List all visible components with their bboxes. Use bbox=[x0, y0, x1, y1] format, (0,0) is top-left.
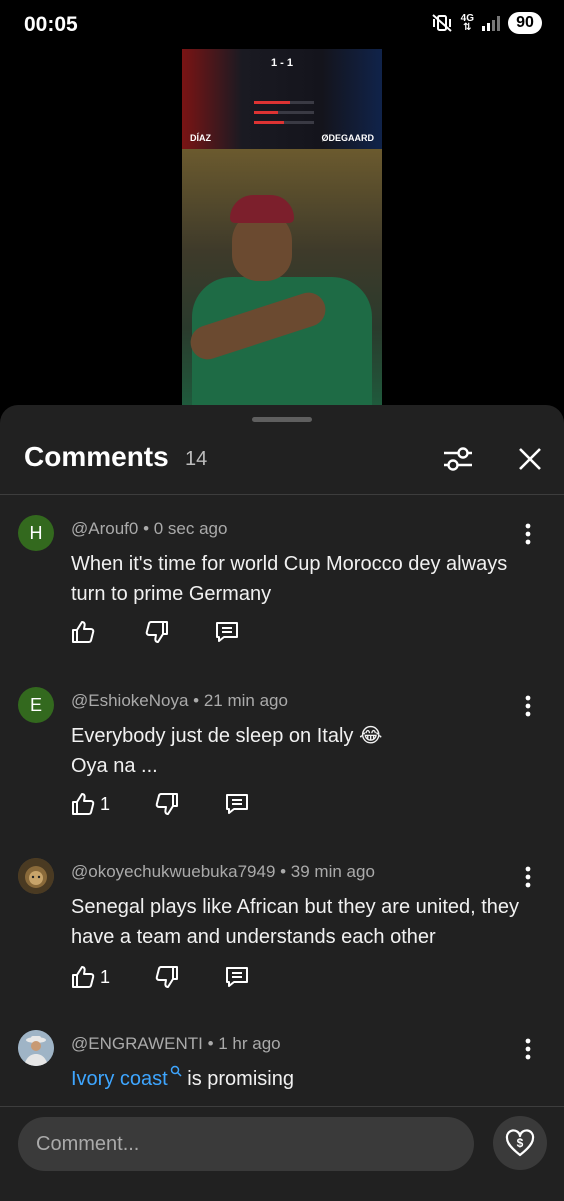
match-graphic: 1 - 1 DÍAZ ØDEGAARD bbox=[182, 49, 382, 149]
thumbs-up-icon bbox=[72, 621, 95, 643]
person-cap bbox=[230, 195, 294, 223]
network-type: 4G ⇅ bbox=[461, 14, 474, 33]
status-icons: 4G ⇅ 90 bbox=[431, 12, 542, 34]
comment-composer: Comment... $ bbox=[0, 1106, 564, 1201]
avatar-letter: H bbox=[29, 522, 43, 543]
sliders-icon bbox=[444, 447, 472, 471]
comment-line: Oya na ... bbox=[71, 755, 158, 777]
comment-input[interactable]: Comment... bbox=[18, 1117, 474, 1171]
more-options-button[interactable] bbox=[517, 862, 539, 892]
link-text: Ivory coast bbox=[71, 1068, 168, 1090]
like-button[interactable]: 1 bbox=[70, 791, 110, 817]
more-options-button[interactable] bbox=[517, 691, 539, 721]
reply-button[interactable] bbox=[224, 964, 250, 990]
emoji: 😂 bbox=[358, 725, 383, 747]
comment-text: Senegal plays like African but they are … bbox=[71, 896, 520, 948]
comments-title: Comments bbox=[24, 441, 169, 472]
comment-actions: 1 bbox=[70, 964, 294, 990]
comment-actions: 1 bbox=[70, 791, 294, 817]
data-arrows-icon: ⇅ bbox=[463, 22, 472, 33]
like-button[interactable] bbox=[70, 619, 100, 645]
stat-bar bbox=[254, 101, 314, 104]
avatar[interactable] bbox=[18, 1030, 54, 1066]
video-player[interactable]: 1 - 1 DÍAZ ØDEGAARD bbox=[182, 49, 382, 405]
thumbs-down-icon bbox=[155, 793, 179, 815]
status-time: 00:05 bbox=[24, 13, 78, 36]
comment-meta[interactable]: @ENGRAWENTI • 1 hr ago bbox=[71, 1034, 281, 1054]
thumbs-up-icon bbox=[72, 966, 95, 988]
player-right-name: ØDEGAARD bbox=[321, 133, 374, 143]
reply-icon bbox=[216, 622, 238, 642]
super-thanks-icon: $ bbox=[505, 1129, 535, 1157]
svg-text:$: $ bbox=[517, 1136, 524, 1150]
avatar[interactable]: E bbox=[18, 687, 54, 723]
comment-meta[interactable]: @Arouf0 • 0 sec ago bbox=[71, 519, 227, 539]
comment-meta[interactable]: @okoyechukwuebuka7949 • 39 min ago bbox=[71, 862, 375, 882]
more-vert-icon bbox=[525, 866, 531, 888]
reply-button[interactable] bbox=[214, 619, 240, 645]
comments-sheet: Comments 14 H @Arouf0 • 0 sec ago When i… bbox=[0, 405, 564, 1200]
comment-line: Everybody just de sleep on Italy bbox=[71, 725, 354, 747]
like-count: 1 bbox=[100, 966, 111, 987]
stat-bar bbox=[254, 121, 314, 124]
thumbs-down-icon bbox=[145, 621, 168, 643]
dislike-button[interactable] bbox=[154, 964, 180, 990]
more-vert-icon bbox=[525, 695, 531, 717]
mute-vibrate-icon bbox=[431, 13, 453, 33]
comments-count: 14 bbox=[185, 448, 208, 470]
comment-meta[interactable]: @EshiokeNoya • 21 min ago bbox=[71, 691, 288, 711]
comment-actions bbox=[70, 619, 284, 645]
status-bar: 00:05 4G ⇅ 90 bbox=[0, 0, 564, 52]
reply-icon bbox=[226, 794, 249, 814]
like-count: 1 bbox=[100, 793, 111, 814]
close-icon bbox=[519, 448, 541, 470]
sort-filter-button[interactable] bbox=[440, 441, 476, 477]
header-divider bbox=[0, 494, 564, 495]
signal-icon bbox=[482, 15, 500, 31]
player-left-name: DÍAZ bbox=[190, 133, 211, 143]
comment-text: Ivory coast is promising bbox=[71, 1064, 541, 1094]
lion-avatar-icon bbox=[18, 858, 54, 894]
avatar-letter: E bbox=[29, 694, 42, 715]
thumbs-down-icon bbox=[155, 966, 179, 988]
comment-text: When it's time for world Cup Morocco dey… bbox=[71, 553, 508, 605]
super-thanks-button[interactable]: $ bbox=[493, 1116, 547, 1170]
more-options-button[interactable] bbox=[517, 1034, 539, 1064]
comment-text: Everybody just de sleep on Italy 😂 Oya n… bbox=[71, 721, 541, 781]
thumbs-up-icon bbox=[72, 793, 95, 815]
more-vert-icon bbox=[525, 1038, 531, 1060]
match-score: 1 - 1 bbox=[270, 57, 293, 69]
avatar[interactable]: H bbox=[18, 515, 54, 551]
drag-handle[interactable] bbox=[252, 417, 312, 422]
more-vert-icon bbox=[525, 523, 531, 545]
dislike-button[interactable] bbox=[154, 791, 180, 817]
person-avatar-icon bbox=[18, 1030, 54, 1066]
reply-icon bbox=[226, 967, 249, 987]
search-link[interactable]: Ivory coast bbox=[71, 1065, 182, 1090]
reply-button[interactable] bbox=[224, 791, 250, 817]
dislike-button[interactable] bbox=[144, 619, 170, 645]
battery-indicator: 90 bbox=[508, 12, 542, 34]
more-options-button[interactable] bbox=[517, 519, 539, 549]
close-button[interactable] bbox=[512, 441, 548, 477]
avatar[interactable] bbox=[18, 858, 54, 894]
like-button[interactable]: 1 bbox=[70, 964, 110, 990]
search-icon bbox=[170, 1065, 182, 1077]
comment-line: is promising bbox=[181, 1068, 294, 1090]
stat-bar bbox=[254, 111, 314, 114]
video-frame bbox=[182, 149, 382, 405]
